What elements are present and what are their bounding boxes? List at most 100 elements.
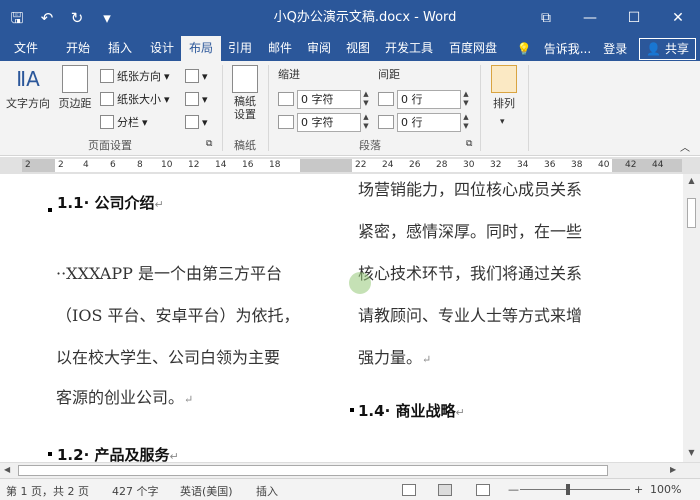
heading-1-2[interactable]: 1.2· 产品及服务↵ bbox=[57, 444, 179, 462]
arrange-button[interactable]: 排列 bbox=[486, 65, 522, 111]
ribbon-display-options-icon[interactable]: ⧉ bbox=[524, 0, 568, 36]
redo-icon[interactable]: ↻ bbox=[66, 0, 88, 36]
spinner-arrows-icon[interactable]: ▲ ▼ bbox=[361, 113, 371, 132]
ruler-column-gap bbox=[300, 159, 352, 172]
orientation-button[interactable]: 纸张方向 ▾ bbox=[100, 66, 170, 86]
paragraph-line[interactable]: 强力量。↵ bbox=[358, 344, 431, 368]
manuscript-settings-button[interactable]: 稿纸 设置 bbox=[226, 65, 264, 121]
heading-bullet bbox=[48, 208, 52, 212]
spacing-before-spinner[interactable]: 0 行 ▲ ▼ bbox=[378, 89, 471, 109]
indent-left-spinner[interactable]: 0 字符 ▲ ▼ bbox=[278, 89, 371, 109]
breaks-button[interactable]: ▾ bbox=[185, 66, 208, 86]
paragraph-line[interactable]: 核心技术环节，我们将通过关系 bbox=[358, 260, 582, 284]
vertical-scroll-thumb[interactable] bbox=[687, 198, 696, 228]
tab-design[interactable]: 设计 bbox=[142, 36, 182, 61]
tab-insert[interactable]: 插入 bbox=[100, 36, 140, 61]
scroll-left-icon[interactable]: ◀ bbox=[4, 465, 10, 474]
spacing-before-input[interactable]: 0 行 bbox=[397, 89, 461, 109]
language-status[interactable]: 英语(美国) bbox=[180, 483, 233, 499]
paragraph-launcher-icon[interactable]: ⧉ bbox=[466, 139, 472, 149]
tab-baidu-netdisk[interactable]: 百度网盘 bbox=[443, 36, 503, 61]
spacing-after-spinner[interactable]: 0 行 ▲ ▼ bbox=[378, 112, 471, 132]
size-button[interactable]: 纸张大小 ▾ bbox=[100, 89, 170, 109]
paragraph-line[interactable]: 请教顾问、专业人士等方式来增 bbox=[358, 302, 582, 326]
zoom-out-button[interactable]: — bbox=[508, 483, 519, 496]
share-label: 共享 bbox=[664, 41, 689, 56]
read-mode-icon[interactable] bbox=[402, 484, 416, 496]
horizontal-ruler[interactable]: 2 2 4 6 8 10 12 14 16 18 22 24 26 28 30 … bbox=[0, 157, 700, 174]
manuscript-group-label: 稿纸 bbox=[234, 139, 256, 152]
indent-left-input[interactable]: 0 字符 bbox=[297, 89, 361, 109]
heading-1-4[interactable]: 1.4· 商业战略↵ bbox=[358, 400, 465, 421]
scroll-right-icon[interactable]: ▶ bbox=[670, 465, 676, 474]
tab-file[interactable]: 文件 bbox=[4, 36, 48, 61]
scroll-up-icon[interactable]: ▲ bbox=[683, 176, 700, 185]
heading-1-1[interactable]: 1.1· 公司介绍↵ bbox=[57, 192, 164, 213]
line-numbers-button[interactable]: ▾ bbox=[185, 89, 208, 109]
paper-size-icon bbox=[100, 92, 114, 106]
paragraph-line[interactable]: 客源的创业公司。↵ bbox=[56, 384, 193, 408]
tell-me-search[interactable]: 告诉我... bbox=[544, 40, 591, 57]
paragraph-line[interactable]: 紧密，感情深厚。同时，在一些 bbox=[358, 218, 582, 242]
spacing-after-input[interactable]: 0 行 bbox=[397, 112, 461, 132]
title-bar: 🖫 ↶ ↻ ▾ 小Q办公演示文稿.docx - Word ⧉ — ☐ ✕ bbox=[0, 0, 700, 36]
indent-right-spinner[interactable]: 0 字符 ▲ ▼ bbox=[278, 112, 371, 132]
breaks-icon bbox=[185, 69, 199, 83]
customize-qat-icon[interactable]: ▾ bbox=[96, 0, 118, 36]
vertical-scrollbar[interactable]: ▲ ▼ bbox=[683, 174, 700, 462]
page-count-status[interactable]: 第 1 页，共 2 页 bbox=[6, 483, 89, 499]
undo-icon[interactable]: ↶ bbox=[36, 0, 58, 36]
group-separator bbox=[480, 65, 481, 151]
tab-references[interactable]: 引用 bbox=[222, 36, 258, 61]
save-icon[interactable]: 🖫 bbox=[6, 0, 28, 36]
ruler-tick: 38 bbox=[571, 160, 583, 170]
spinner-arrows-icon[interactable]: ▲ ▼ bbox=[461, 90, 471, 109]
word-count-status[interactable]: 427 个字 bbox=[112, 483, 159, 499]
ribbon-tabs: 文件 开始 插入 设计 布局 引用 邮件 审阅 视图 开发工具 百度网盘 💡 告… bbox=[0, 36, 700, 61]
indent-right-input[interactable]: 0 字符 bbox=[297, 112, 361, 132]
paragraph-line[interactable]: 以在校大学生、公司白领为主要 bbox=[56, 344, 280, 368]
spinner-arrows-icon[interactable]: ▲ ▼ bbox=[461, 113, 471, 132]
ruler-tick: 8 bbox=[137, 160, 143, 170]
spinner-arrows-icon[interactable]: ▲ ▼ bbox=[361, 90, 371, 109]
margins-button[interactable]: 页边距 bbox=[54, 65, 96, 111]
zoom-slider[interactable] bbox=[520, 489, 630, 490]
login-link[interactable]: 登录 bbox=[603, 40, 627, 57]
horizontal-scrollbar[interactable]: ◀ ▶ bbox=[0, 462, 700, 478]
print-layout-icon[interactable] bbox=[438, 484, 452, 496]
horizontal-scroll-thumb[interactable] bbox=[18, 465, 608, 476]
close-button[interactable]: ✕ bbox=[656, 0, 700, 36]
tab-developer[interactable]: 开发工具 bbox=[379, 36, 439, 61]
orientation-icon bbox=[100, 69, 114, 83]
tab-layout[interactable]: 布局 bbox=[181, 36, 221, 61]
arrange-icon bbox=[491, 65, 517, 93]
zoom-slider-knob[interactable] bbox=[566, 484, 570, 495]
zoom-in-button[interactable]: + bbox=[634, 483, 643, 496]
zoom-level[interactable]: 100% bbox=[650, 483, 681, 496]
paragraph-line[interactable]: 场营销能力，四位核心成员关系 bbox=[358, 176, 582, 200]
group-separator bbox=[222, 65, 223, 151]
paragraph-line[interactable]: （IOS 平台、安卓平台）为依托， bbox=[56, 302, 300, 326]
scroll-down-icon[interactable]: ▼ bbox=[683, 448, 700, 457]
minimize-button[interactable]: — bbox=[568, 0, 612, 36]
maximize-button[interactable]: ☐ bbox=[612, 0, 656, 36]
tab-home[interactable]: 开始 bbox=[58, 36, 98, 61]
insert-mode-status[interactable]: 插入 bbox=[256, 483, 278, 499]
tab-mailings[interactable]: 邮件 bbox=[262, 36, 298, 61]
web-layout-icon[interactable] bbox=[476, 484, 490, 496]
paragraph-mark-icon: ↵ bbox=[422, 353, 432, 366]
text-direction-button[interactable]: ⅡA 文字方向 bbox=[2, 65, 54, 111]
collapse-ribbon-icon[interactable]: ︿ bbox=[680, 139, 690, 154]
page-setup-launcher-icon[interactable]: ⧉ bbox=[206, 139, 212, 149]
ruler-margin-right bbox=[612, 159, 682, 172]
chevron-down-icon: ▾ bbox=[202, 92, 208, 106]
tab-view[interactable]: 视图 bbox=[340, 36, 376, 61]
paragraph-line[interactable]: ··XXXAPP 是一个由第三方平台 bbox=[56, 260, 282, 284]
tab-review[interactable]: 审阅 bbox=[301, 36, 337, 61]
spacing-after-icon bbox=[378, 115, 394, 129]
share-button[interactable]: 👤 共享 bbox=[639, 37, 696, 60]
hyphenation-button[interactable]: ▾ bbox=[185, 112, 208, 132]
document-canvas[interactable]: 1.1· 公司介绍↵ ··XXXAPP 是一个由第三方平台 （IOS 平台、安卓… bbox=[0, 174, 683, 462]
columns-button[interactable]: 分栏 ▾ bbox=[100, 112, 148, 132]
spacing-title: 间距 bbox=[378, 68, 400, 81]
